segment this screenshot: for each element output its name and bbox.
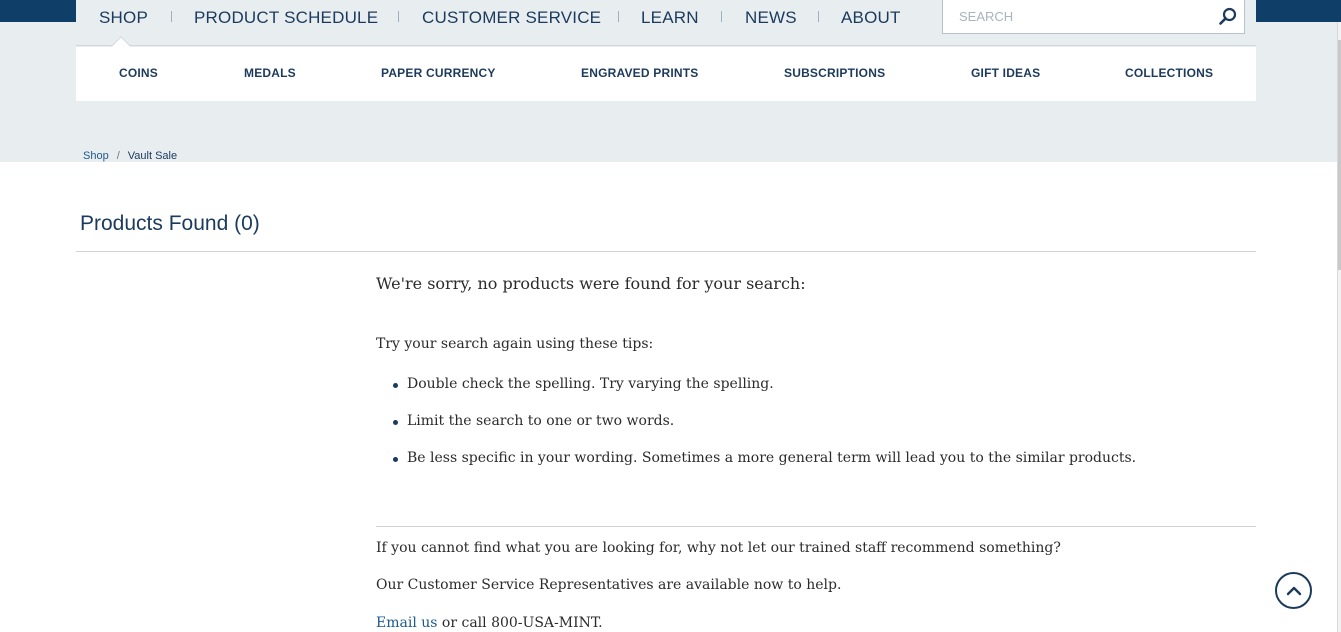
subnav-item-gift-ideas[interactable]: GIFT IDEAS: [971, 66, 1040, 80]
email-us-link[interactable]: Email us: [376, 615, 437, 631]
nav-item-about[interactable]: ABOUT: [841, 8, 901, 28]
nav-item-customer-service[interactable]: CUSTOMER SERVICE: [422, 8, 601, 28]
tips-intro: Try your search again using these tips:: [376, 336, 654, 352]
search-box: [942, 0, 1245, 34]
bullet-icon: [393, 457, 398, 462]
help-text-2: Our Customer Service Representatives are…: [376, 577, 842, 593]
nav-separator: [721, 11, 722, 22]
chevron-up-icon: [1286, 586, 1302, 596]
search-input[interactable]: [943, 0, 1203, 32]
subnav-item-engraved-prints[interactable]: ENGRAVED PRINTS: [581, 66, 698, 80]
subnav-item-collections[interactable]: COLLECTIONS: [1125, 66, 1213, 80]
header-strip-right: [1256, 0, 1341, 22]
help-divider: [376, 526, 1256, 527]
nav-separator: [398, 11, 399, 22]
list-item: Be less specific in your wording. Someti…: [392, 450, 1136, 487]
bullet-icon: [393, 383, 398, 388]
page-title: Products Found (0): [80, 212, 260, 235]
phone-text: or call 800-USA-MINT.: [437, 615, 603, 631]
tip-text: Be less specific in your wording. Someti…: [407, 450, 1137, 466]
tips-list: Double check the spelling. Try varying t…: [392, 376, 1136, 487]
sub-nav: COINS MEDALS PAPER CURRENCY ENGRAVED PRI…: [76, 47, 1256, 101]
breadcrumb-item-shop[interactable]: Shop: [83, 150, 109, 162]
breadcrumb-separator: /: [116, 150, 120, 162]
subnav-item-coins[interactable]: COINS: [119, 66, 158, 80]
title-divider: [76, 251, 1256, 252]
nav-item-learn[interactable]: LEARN: [641, 8, 699, 28]
nav-item-product-schedule[interactable]: PRODUCT SCHEDULE: [194, 8, 378, 28]
bullet-icon: [393, 420, 398, 425]
nav-item-shop[interactable]: SHOP: [99, 8, 148, 28]
breadcrumb: Shop / Vault Sale: [83, 150, 177, 162]
subnav-item-paper-currency[interactable]: PAPER CURRENCY: [381, 66, 496, 80]
nav-item-news[interactable]: NEWS: [745, 8, 797, 28]
help-text-1: If you cannot find what you are looking …: [376, 540, 1061, 556]
back-to-top-button[interactable]: [1275, 572, 1312, 609]
search-icon[interactable]: [1217, 6, 1239, 28]
help-text-3: Email us or call 800-USA-MINT.: [376, 615, 603, 631]
header-strip-left: [0, 0, 76, 22]
nav-separator: [171, 11, 172, 22]
nav-separator: [618, 11, 619, 22]
nav-separator: [818, 11, 819, 22]
breadcrumb-item-current: Vault Sale: [127, 150, 178, 162]
list-item: Double check the spelling. Try varying t…: [392, 376, 1136, 413]
list-item: Limit the search to one or two words.: [392, 413, 1136, 450]
no-results-message: We're sorry, no products were found for …: [376, 274, 806, 293]
subnav-item-subscriptions[interactable]: SUBSCRIPTIONS: [784, 66, 885, 80]
tip-text: Double check the spelling. Try varying t…: [407, 376, 774, 392]
subnav-item-medals[interactable]: MEDALS: [244, 66, 296, 80]
tip-text: Limit the search to one or two words.: [407, 413, 675, 429]
